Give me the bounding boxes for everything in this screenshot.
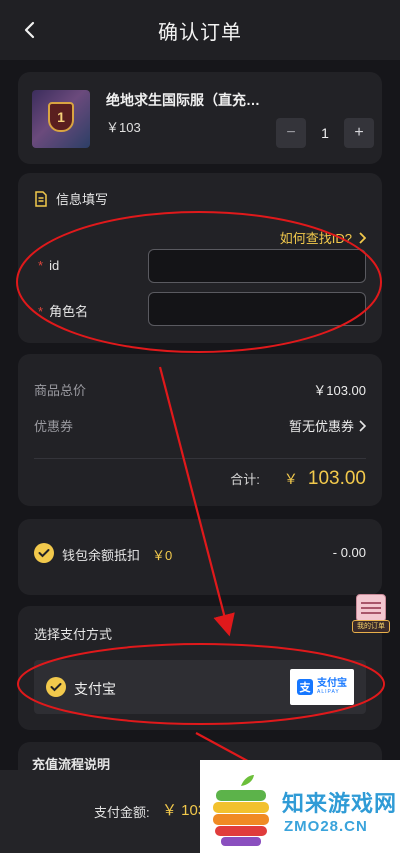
alipay-label: 支付宝 [74, 681, 116, 697]
check-icon [50, 683, 62, 692]
coupon-selector[interactable]: 暂无优惠券 [289, 416, 366, 435]
increase-quantity-button[interactable]: + [344, 118, 374, 148]
product-card: 1 绝地求生国际服（直充… ￥103 − 1 + [18, 72, 382, 164]
watermark-title: 知来游戏网 [282, 791, 398, 816]
find-id-label: 如何查找ID? [279, 231, 352, 246]
pay-amount-label: 支付金额: [94, 805, 150, 820]
required-mark: * [38, 258, 44, 273]
info-section-title: 信息填写 [56, 192, 109, 207]
goods-total-row: 商品总价 ￥103.00 [34, 380, 366, 399]
page-title: 确认订单 [158, 21, 242, 44]
game-emblem-icon: 1 [48, 102, 74, 132]
site-watermark: 知来游戏网 ZMO28.CN [200, 760, 400, 853]
coupon-value: 暂无优惠券 [288, 419, 354, 434]
id-label-text: id [49, 258, 60, 273]
orders-icon [356, 594, 386, 622]
quantity-stepper: − 1 + [276, 118, 374, 148]
watermark-domain: ZMO28.CN [284, 818, 368, 835]
payment-card: 选择支付方式 支付宝 支 支付宝 ALIPAY [18, 606, 382, 730]
alipay-selected-check [46, 677, 66, 697]
coupon-row: 优惠券 暂无优惠券 [34, 416, 366, 435]
my-orders-label: 我的订单 [352, 620, 390, 633]
goods-total-value: ￥103.00 [313, 383, 366, 398]
info-section-header: 信息填写 [34, 189, 108, 208]
required-mark: * [38, 304, 44, 319]
role-name-label-text: 角色名 [49, 304, 89, 319]
alipay-icon: 支 [297, 679, 313, 695]
wallet-deduction: - 0.00 [332, 545, 366, 560]
alipay-logo: 支 支付宝 ALIPAY [290, 669, 354, 705]
info-card: 信息填写 如何查找ID? * id * 角色名 [18, 173, 382, 343]
decrease-quantity-button[interactable]: − [276, 118, 306, 148]
my-orders-float-button[interactable]: 我的订单 [352, 594, 390, 638]
sum-label: 合计: [230, 472, 260, 487]
wallet-card: 钱包余额抵扣 ￥0 - 0.00 [18, 519, 382, 595]
apple-logo-icon [213, 775, 269, 846]
goods-total-label: 商品总价 [34, 383, 87, 398]
id-input[interactable] [148, 249, 366, 283]
sum-value: 103.00 [307, 468, 366, 489]
alipay-logo-cn: 支付宝 [317, 678, 347, 689]
divider [34, 458, 366, 459]
back-button[interactable] [16, 16, 44, 44]
chevron-left-icon [24, 21, 35, 39]
document-icon [35, 190, 47, 207]
wallet-balance: ￥0 [152, 548, 173, 563]
payment-section-title: 选择支付方式 [34, 627, 113, 642]
quantity-value: 1 [321, 125, 329, 141]
sum-currency: ￥ [283, 471, 298, 487]
coupon-label: 优惠券 [34, 419, 74, 434]
check-icon [38, 549, 50, 558]
id-field-label: * id [38, 258, 59, 273]
wallet-checkbox[interactable] [34, 543, 54, 563]
sum-row: 合计: ￥ 103.00 [230, 468, 366, 490]
role-name-field-label: * 角色名 [38, 301, 88, 320]
chevron-right-icon [359, 231, 366, 244]
role-name-input[interactable] [148, 292, 366, 326]
alipay-logo-en: ALIPAY [317, 689, 340, 695]
product-price: ￥103 [106, 120, 141, 135]
top-bar: 确认订单 [0, 0, 400, 60]
find-id-link[interactable]: 如何查找ID? [280, 228, 366, 247]
product-image: 1 [32, 90, 90, 148]
alipay-option[interactable]: 支付宝 支 支付宝 ALIPAY [34, 660, 366, 714]
totals-card: 商品总价 ￥103.00 优惠券 暂无优惠券 合计: ￥ 103.00 [18, 354, 382, 506]
wallet-label: 钱包余额抵扣 [62, 548, 141, 563]
product-name: 绝地求生国际服（直充… [106, 92, 260, 108]
chevron-right-icon [359, 419, 366, 432]
